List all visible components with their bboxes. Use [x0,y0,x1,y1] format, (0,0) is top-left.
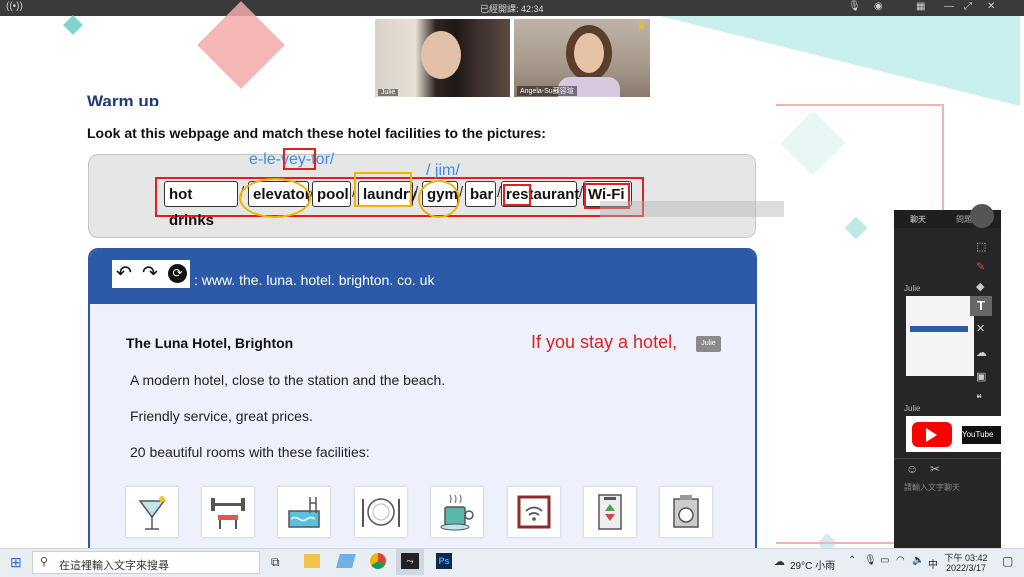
minimize-icon[interactable]: — [944,1,954,12]
close-icon[interactable]: ✕ [987,1,995,12]
annotation-red-box [283,148,316,170]
weather-text[interactable]: 29°C 小雨 [790,557,835,572]
clock-date[interactable]: 2022/3/17 [942,563,990,573]
word-pool[interactable]: pool [312,181,351,207]
chat-sender: Julie [904,284,921,293]
participant-face [574,33,604,73]
chrome-icon[interactable] [370,553,386,569]
laundry-icon [660,487,712,537]
speaker-icon[interactable]: ◉ [874,1,883,12]
notification-icon[interactable]: ▢ [1002,554,1013,568]
annotation-circle [239,178,311,218]
weather-icon: ☁ [774,556,785,568]
eraser-icon[interactable]: ◆ [976,280,984,293]
decor-shape [660,16,1020,106]
classroom-app-icon[interactable]: ⤳ [401,553,419,569]
youtube-label: YouTube [962,426,1001,444]
cursor-label: Julie [696,336,721,352]
back-arrow-icon[interactable]: ↶ [116,262,132,285]
refresh-icon[interactable]: ⟳ [168,264,187,283]
windows-taskbar: ⊞ ⚲ 在這裡輸入文字來搜尋 ⧉ ⤳ Ps ☁ 29°C 小雨 ⌃ 🎙 ▭ ◠ … [0,548,1024,577]
meeting-timer: 已經開課: 42:34 [480,4,544,14]
battery-icon[interactable]: ▭ [880,555,889,566]
browser-card [88,248,757,550]
browser-url: : www. the. luna. hotel. brighton. co. u… [194,272,435,288]
play-icon [926,428,937,442]
network-icon[interactable]: ◠ [896,555,905,566]
hotel-line-1: A modern hotel, close to the station and… [130,372,446,388]
search-input[interactable]: 在這裡輸入文字來搜尋 [59,557,169,573]
participant-name: Julie [378,89,399,96]
grid-icon[interactable]: ▦ [916,1,925,12]
elevator-icon [584,487,636,537]
windows-start-icon[interactable]: ⊞ [10,554,22,571]
annotation-red-box [503,184,531,206]
teacher-note: If you stay a hotel, [531,332,678,352]
video-tile-julie[interactable]: Julie [375,19,510,97]
gym-icon [202,487,254,537]
annotation-yellow-box [354,172,412,207]
task-view-icon[interactable]: ⧉ [271,555,280,570]
search-box[interactable]: ⚲ 在這裡輸入文字來搜尋 [32,551,260,574]
volume-icon[interactable]: 🔈 [912,555,924,566]
chat-youtube-thumbnail[interactable]: YouTube [906,416,1001,452]
app-icon[interactable] [336,554,356,568]
broadcast-icon: ((•)) [6,1,23,12]
search-icon: ⚲ [40,556,49,568]
whiteboard-toolbar: ⬚ ✎ ◆ T ✕ ☁ ▣ ❝ [966,204,998,410]
emoji-icon[interactable]: ☺ [906,462,918,476]
pen-icon[interactable]: ✎ [976,260,985,273]
cloud-icon[interactable]: ☁ [976,346,987,359]
comment-icon[interactable]: ❝ [976,392,982,405]
slide-heading: Warm up [87,92,160,106]
host-crown-icon: ♛ [637,21,646,32]
photoshop-icon[interactable]: Ps [436,553,452,569]
chat-input[interactable]: 請輸入文字聊天 [904,482,960,493]
clear-icon[interactable]: ✕ [976,322,985,335]
select-icon[interactable]: ⬚ [976,240,986,253]
pool-icon [278,487,330,537]
hotel-line-3: 20 beautiful rooms with these facilities… [130,444,370,460]
text-tool-icon[interactable]: T [970,296,992,316]
participant-name: Angela-Su蘇容瑄 [517,86,577,96]
annotation-gym-pronunciation: / jim/ [426,162,460,179]
image-icon[interactable]: ▣ [976,370,986,383]
chat-image-thumbnail[interactable] [906,296,974,376]
word-bar[interactable]: bar [465,181,496,207]
slide-instruction: Look at this webpage and match these hot… [87,125,546,141]
meeting-top-bar: ((•)) 已經開課: 42:34 🎙 ◉ ▦ — ⤢ ✕ [0,0,1024,16]
collapse-icon[interactable] [970,204,994,228]
hotel-line-2: Friendly service, great prices. [130,408,313,424]
chevron-up-icon[interactable]: ⌃ [848,555,856,566]
participant-face [421,31,461,79]
microphone-icon[interactable]: 🎙 [864,555,877,566]
cocktail-icon [126,487,178,537]
ime-indicator[interactable]: 中 [928,556,938,571]
word-hot-drinks[interactable]: hot drinks [164,181,238,229]
tab-chat[interactable]: 聊天 [910,214,926,225]
microphone-icon[interactable]: 🎙 [848,1,861,12]
forward-arrow-icon[interactable]: ↷ [142,262,158,285]
annotation-circle [418,180,460,218]
file-explorer-icon[interactable] [304,554,320,568]
scissors-icon[interactable]: ✂ [930,462,940,476]
chat-sender: Julie [904,404,921,413]
restaurant-icon [355,487,407,537]
video-tile-angela[interactable]: ♛ Angela-Su蘇容瑄 [514,19,650,97]
decor-diamond [63,15,83,35]
hot-drink-icon [431,487,483,537]
chat-divider [894,458,1001,459]
thumbnail-header [910,326,968,332]
restore-icon[interactable]: ⤢ [964,1,972,12]
wifi-icon [508,487,560,537]
hotel-title: The Luna Hotel, Brighton [126,335,294,351]
watermark-blur [600,201,784,217]
